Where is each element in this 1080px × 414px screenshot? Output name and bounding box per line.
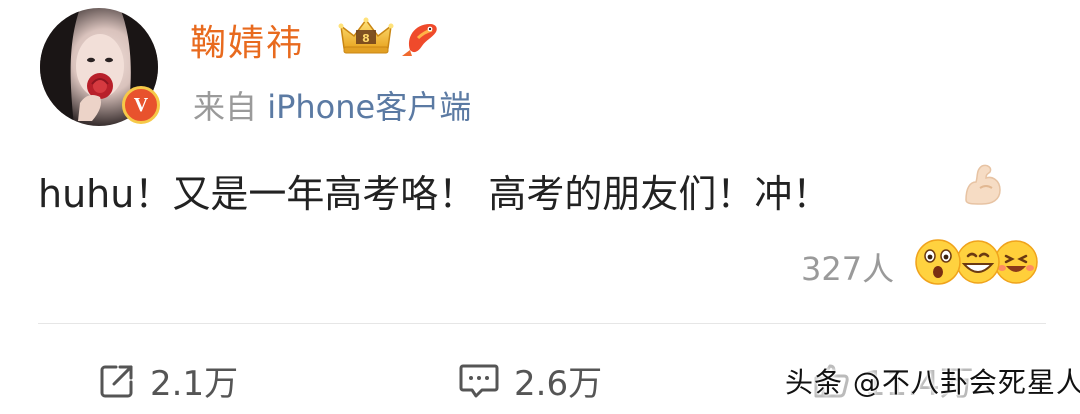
laughing-emoji-icon — [994, 240, 1038, 284]
flexed-biceps-icon — [965, 164, 1001, 205]
reaction-count[interactable]: 327人 — [801, 244, 894, 290]
watermark: 头条 @不八卦会死星人 — [785, 366, 1080, 399]
verified-v-icon: V — [133, 93, 149, 116]
repost-icon — [100, 365, 133, 397]
surprised-emoji-icon — [915, 239, 961, 285]
reaction-emojis[interactable] — [912, 236, 1042, 288]
fish-icon[interactable] — [400, 16, 444, 60]
svg-text:8: 8 — [362, 32, 370, 45]
verified-badge: V — [122, 86, 160, 124]
post-text: huhu！又是一年高考咯！ 高考的朋友们！冲！ — [38, 172, 831, 216]
grinning-emoji-icon — [956, 240, 1000, 284]
repost-count: 2.1万 — [150, 364, 239, 404]
avatar[interactable]: V — [40, 8, 160, 126]
source-client-link[interactable]: iPhone客户端 — [267, 88, 471, 126]
crown-vip-icon[interactable]: 8 — [338, 16, 394, 56]
post-source: 来自 iPhone客户端 — [193, 82, 471, 128]
comment-icon — [459, 364, 499, 397]
divider — [38, 323, 1046, 324]
comment-button[interactable]: 2.6万 — [458, 356, 602, 405]
source-prefix: 来自 — [193, 88, 258, 126]
repost-button[interactable]: 2.1万 — [98, 356, 238, 405]
username[interactable]: 鞠婧祎 — [190, 14, 304, 66]
comment-count: 2.6万 — [514, 364, 603, 404]
